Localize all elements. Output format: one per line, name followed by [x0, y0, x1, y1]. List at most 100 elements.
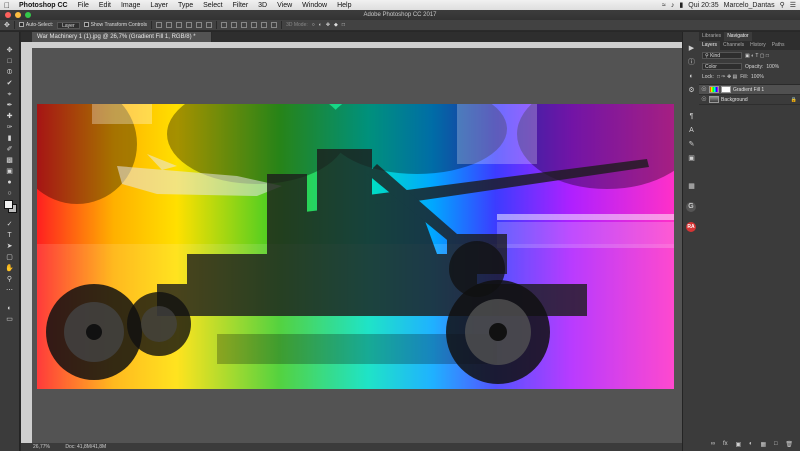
swatches-icon[interactable]: ▦	[686, 182, 697, 192]
brush-icon[interactable]: ✎	[686, 140, 697, 150]
pen-tool-icon[interactable]: ✓	[3, 220, 16, 229]
tab-channels[interactable]: Channels	[720, 41, 747, 50]
lock-icons[interactable]: □ ✑ ✥ ▤	[717, 74, 737, 80]
tab-libraries[interactable]: Libraries	[699, 32, 724, 41]
layer-row-gradient-fill[interactable]: ☉ Gradient Fill 1	[699, 85, 800, 95]
3d-roll-icon[interactable]: ◐	[319, 22, 322, 28]
menu-list-icon[interactable]: ☰	[790, 1, 796, 9]
fill-value[interactable]: 100%	[751, 74, 764, 80]
apple-icon[interactable]: 	[0, 1, 14, 10]
close-window-button[interactable]	[5, 12, 11, 18]
distribute-right-icon[interactable]	[271, 22, 278, 28]
auto-select-checkbox[interactable]: Auto-Select:	[18, 22, 53, 28]
properties-icon[interactable]: ⚙	[686, 86, 697, 96]
adjustments-icon[interactable]: ◐	[686, 72, 697, 82]
distribute-top-icon[interactable]	[221, 22, 228, 28]
3d-scale-icon[interactable]: □	[342, 22, 345, 28]
menu-help[interactable]: Help	[332, 2, 356, 9]
new-adjustment-icon[interactable]: ◐	[749, 441, 753, 449]
document-tab[interactable]: War Machinery 1 (1).jpg @ 26,7% (Gradien…	[32, 32, 212, 42]
document-canvas[interactable]	[37, 104, 674, 389]
layer-row-background[interactable]: ☉ Background 🔒	[699, 95, 800, 105]
menu-filter[interactable]: Filter	[228, 2, 254, 9]
align-vcenter-icon[interactable]	[166, 22, 173, 28]
menu-3d[interactable]: 3D	[253, 2, 272, 9]
lasso-tool-icon[interactable]: ⦷	[3, 68, 16, 77]
trash-icon[interactable]: 🗑	[785, 441, 793, 449]
screen-mode-icon[interactable]: ▭	[3, 315, 16, 324]
clock-label[interactable]: Qui 20:35	[688, 2, 718, 9]
3d-orbit-icon[interactable]: ○	[312, 22, 315, 28]
wifi-icon[interactable]: ≈	[662, 2, 666, 9]
filter-kind-select[interactable]: ⚲ Kind	[702, 52, 742, 59]
zoom-tool-icon[interactable]: ⚲	[3, 275, 16, 284]
layer-name[interactable]: Background	[721, 97, 748, 103]
brush-tool-icon[interactable]: ✑	[3, 123, 16, 132]
menu-view[interactable]: View	[272, 2, 297, 9]
3d-slide-icon[interactable]: ◆	[334, 22, 338, 28]
eye-icon[interactable]: ☉	[701, 86, 707, 93]
eye-icon[interactable]: ☉	[701, 96, 707, 103]
layer-name[interactable]: Gradient Fill 1	[733, 87, 764, 93]
align-right-icon[interactable]	[206, 22, 213, 28]
type-tool-icon[interactable]: T	[3, 231, 16, 240]
fx-icon[interactable]: fx	[723, 441, 728, 449]
menu-window[interactable]: Window	[297, 2, 332, 9]
tab-layers[interactable]: Layers	[699, 41, 721, 50]
user-name[interactable]: Marcelo_Dantas	[724, 2, 775, 9]
auto-select-dropdown[interactable]: Layer	[57, 21, 80, 29]
zoom-window-button[interactable]	[25, 12, 31, 18]
move-tool-icon[interactable]: ✥	[4, 21, 10, 29]
path-select-tool-icon[interactable]: ➤	[3, 242, 16, 251]
new-layer-icon[interactable]: □	[774, 441, 778, 449]
shape-tool-icon[interactable]: ▢	[3, 253, 16, 262]
user-avatar[interactable]: RA	[686, 222, 696, 232]
distribute-hcenter-icon[interactable]	[261, 22, 268, 28]
menu-app-name[interactable]: Photoshop CC	[14, 2, 73, 9]
distribute-bottom-icon[interactable]	[241, 22, 248, 28]
add-mask-icon[interactable]: ▣	[736, 441, 742, 449]
align-hcenter-icon[interactable]	[196, 22, 203, 28]
menu-layer[interactable]: Layer	[145, 2, 173, 9]
eraser-tool-icon[interactable]: ▩	[3, 156, 16, 165]
crop-tool-icon[interactable]: ⌖	[3, 90, 16, 99]
marquee-tool-icon[interactable]: □	[3, 57, 16, 66]
zoom-level[interactable]: 26,77%	[33, 444, 50, 450]
menu-file[interactable]: File	[73, 2, 94, 9]
link-layers-icon[interactable]: ∞	[711, 441, 715, 449]
menu-image[interactable]: Image	[116, 2, 145, 9]
battery-icon[interactable]: ▮	[679, 1, 683, 9]
quick-mask-icon[interactable]: ◐	[3, 304, 16, 313]
libraries-G-icon[interactable]: G	[686, 202, 696, 212]
info-icon[interactable]: ⓘ	[686, 58, 697, 68]
mask-thumbnail[interactable]	[721, 86, 731, 93]
align-left-icon[interactable]	[186, 22, 193, 28]
tab-history[interactable]: History	[747, 41, 769, 50]
gradient-tool-icon[interactable]: ▣	[3, 167, 16, 176]
tab-navigator[interactable]: Navigator	[724, 32, 752, 41]
menu-select[interactable]: Select	[198, 2, 227, 9]
play-icon[interactable]: ▶	[686, 44, 697, 54]
blend-mode-select[interactable]: Color	[702, 63, 742, 70]
quick-select-tool-icon[interactable]: ✔	[3, 79, 16, 88]
hand-tool-icon[interactable]: ✋	[3, 264, 16, 273]
minimize-window-button[interactable]	[15, 12, 21, 18]
3d-drag-icon[interactable]: ✥	[326, 22, 330, 28]
align-bottom-icon[interactable]	[176, 22, 183, 28]
blur-tool-icon[interactable]: ●	[3, 178, 16, 187]
new-group-icon[interactable]: ▦	[760, 441, 766, 449]
paragraph-icon[interactable]: ¶	[686, 112, 697, 122]
eyedropper-tool-icon[interactable]: ✒	[3, 101, 16, 110]
menu-type[interactable]: Type	[173, 2, 198, 9]
spotlight-icon[interactable]: ⚲	[780, 1, 785, 9]
history-brush-tool-icon[interactable]: ✐	[3, 145, 16, 154]
more-tools-icon[interactable]: ⋯	[3, 286, 16, 295]
character-icon[interactable]: A	[686, 126, 697, 136]
glyph-icon[interactable]: ▣	[686, 154, 697, 164]
healing-tool-icon[interactable]: ✚	[3, 112, 16, 121]
foreground-color-swatch[interactable]	[4, 200, 13, 209]
menu-edit[interactable]: Edit	[94, 2, 116, 9]
doc-size[interactable]: Doc: 41,8M/41,8M	[65, 444, 106, 450]
dodge-tool-icon[interactable]: ○	[3, 189, 16, 198]
vertical-ruler[interactable]	[21, 42, 32, 443]
